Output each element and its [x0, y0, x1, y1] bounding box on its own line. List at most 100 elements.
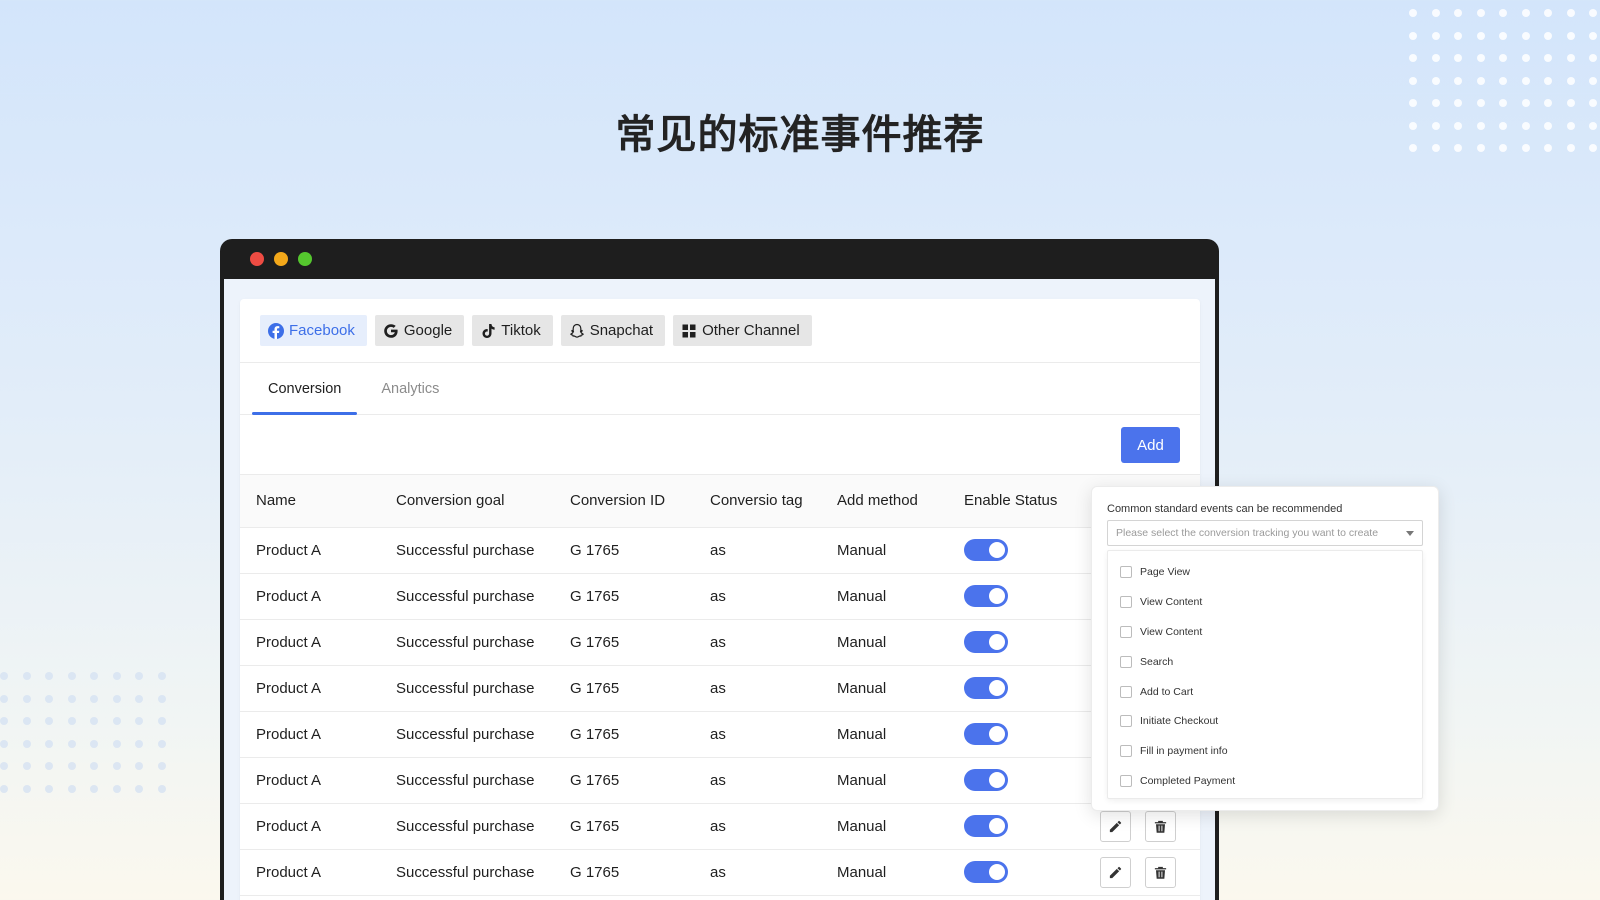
decorative-dot [90, 717, 98, 725]
decorative-dot [67, 739, 76, 748]
enable-status-toggle[interactable] [964, 861, 1008, 883]
cell-method: Manual [837, 679, 887, 697]
channel-google[interactable]: Google [374, 315, 465, 346]
channel-facebook[interactable]: Facebook [260, 315, 367, 346]
table-row: Product A Successful purchase G 1765 as Manu… [240, 803, 1200, 849]
event-option-checkbox[interactable] [1120, 685, 1132, 698]
event-option-checkbox[interactable] [1120, 565, 1132, 578]
enable-status-toggle[interactable] [964, 723, 1008, 745]
decorative-dot [135, 762, 143, 770]
minimize-window-button[interactable] [274, 252, 288, 266]
event-option[interactable]: Fill in payment info [1108, 736, 1422, 766]
tracking-card: Facebook Google Tiktok Snapchat Other Ch… [240, 299, 1200, 900]
decorative-dot [0, 762, 8, 770]
enable-status-toggle[interactable] [964, 769, 1008, 791]
column-header-method: Add method [837, 492, 918, 510]
table-row: Product A Successful purchase G 1765 as Manu… [240, 573, 1200, 619]
decorative-dot [1589, 54, 1597, 62]
cell-tag: as [710, 679, 726, 697]
delete-button[interactable] [1145, 856, 1176, 888]
event-option[interactable]: Page View [1108, 557, 1422, 587]
event-option[interactable]: Initiate Checkout [1108, 706, 1422, 736]
event-option[interactable]: Search [1108, 647, 1422, 677]
table-body: Product A Successful purchase G 1765 as Manu… [240, 527, 1200, 895]
event-option-checkbox[interactable] [1120, 625, 1132, 638]
decorative-dot [67, 672, 76, 680]
cell-name: Product A [256, 541, 322, 559]
cell-method: Manual [837, 817, 887, 835]
table-toolbar: Add [240, 415, 1200, 475]
decorative-dot [67, 694, 76, 703]
event-option[interactable]: View Content [1108, 617, 1422, 647]
event-option[interactable]: Completed Payment [1108, 766, 1422, 796]
cell-status [948, 711, 1088, 757]
cell-status [948, 757, 1088, 803]
event-option-checkbox[interactable] [1120, 715, 1132, 728]
event-option-label: View Content [1140, 595, 1203, 608]
edit-button[interactable] [1100, 856, 1131, 888]
decorative-dot [1544, 76, 1552, 85]
conversion-table: Name Conversion goal Conversion ID Conve… [240, 475, 1200, 896]
channel-snapchat[interactable]: Snapchat [560, 315, 666, 346]
decorative-dot [90, 672, 98, 680]
event-option-label: Page View [1140, 565, 1191, 578]
cell-id: G 1765 [570, 725, 620, 743]
channel-tiktok[interactable]: Tiktok [472, 315, 553, 346]
decorative-dot [22, 784, 31, 793]
decorative-dot [112, 739, 121, 748]
decorative-dot [1521, 9, 1530, 17]
event-option-checkbox[interactable] [1120, 595, 1132, 608]
decorative-dot [112, 784, 121, 793]
cell-tag: as [710, 633, 726, 651]
event-option-label: Add to Cart [1140, 685, 1194, 698]
decorative-dot [1476, 76, 1485, 85]
event-option-checkbox[interactable] [1120, 745, 1132, 758]
enable-status-toggle[interactable] [964, 585, 1008, 607]
window-content: Facebook Google Tiktok Snapchat Other Ch… [224, 279, 1215, 900]
enable-status-toggle[interactable] [964, 677, 1008, 699]
decorative-dot [1454, 31, 1462, 40]
decorative-dot [135, 694, 143, 703]
cell-goal: Successful purchase [396, 771, 535, 789]
app-window: Facebook Google Tiktok Snapchat Other Ch… [220, 239, 1219, 900]
decorative-dot [1454, 54, 1462, 62]
cell-name: Product A [256, 679, 322, 697]
decorative-dot [45, 717, 53, 725]
cell-tag: as [710, 771, 726, 789]
maximize-window-button[interactable] [298, 252, 312, 266]
tab-analytics[interactable]: Analytics [365, 363, 455, 414]
cell-status [948, 619, 1088, 665]
cell-actions [1088, 849, 1200, 895]
enable-status-toggle[interactable] [964, 539, 1008, 561]
cell-method: Manual [837, 541, 887, 559]
cell-id: G 1765 [570, 633, 620, 651]
decorative-dot [67, 784, 76, 793]
add-button[interactable]: Add [1121, 427, 1180, 463]
close-window-button[interactable] [250, 252, 264, 266]
edit-button[interactable] [1100, 810, 1131, 842]
decorative-dot [45, 672, 53, 680]
decorative-dot [45, 762, 53, 770]
decorative-dot [1454, 9, 1462, 17]
cell-id: G 1765 [570, 863, 620, 881]
event-option-checkbox[interactable] [1120, 775, 1132, 788]
decorative-dot [1431, 9, 1440, 17]
event-option[interactable]: Add to Cart [1108, 677, 1422, 707]
enable-status-toggle[interactable] [964, 631, 1008, 653]
cell-status [948, 527, 1088, 573]
google-icon [384, 323, 398, 338]
column-header-name: Name [256, 492, 297, 510]
conversion-tracking-select[interactable]: Please select the conversion tracking yo… [1107, 520, 1423, 546]
trash-icon [1153, 865, 1168, 880]
event-option[interactable]: View Content [1108, 587, 1422, 617]
cell-method: Manual [837, 633, 887, 651]
event-option-checkbox[interactable] [1120, 655, 1132, 668]
cell-name: Product A [256, 725, 322, 743]
recommended-events-popover: Common standard events can be recommende… [1091, 486, 1439, 811]
delete-button[interactable] [1145, 810, 1176, 842]
cell-goal: Successful purchase [396, 541, 535, 559]
channel-other[interactable]: Other Channel [673, 315, 812, 346]
enable-status-toggle[interactable] [964, 815, 1008, 837]
tab-conversion[interactable]: Conversion [252, 363, 358, 415]
cell-goal: Successful purchase [396, 817, 535, 835]
